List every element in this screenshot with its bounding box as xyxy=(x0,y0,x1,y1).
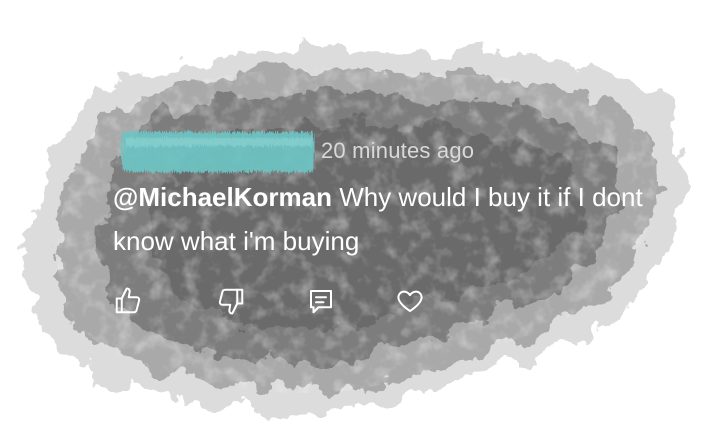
comment-icon[interactable] xyxy=(306,286,336,316)
comment-timestamp: 20 minutes ago xyxy=(321,138,475,163)
comment-card: 20 minutes ago @MichaelKorman Why would … xyxy=(0,0,720,444)
heart-icon[interactable] xyxy=(395,286,425,316)
thumbs-down-icon[interactable] xyxy=(216,286,246,316)
thumbs-up-icon[interactable] xyxy=(113,286,143,316)
comment-body: @MichaelKorman Why would I buy it if I d… xyxy=(113,175,673,263)
mention-link[interactable]: @MichaelKorman xyxy=(113,182,332,212)
